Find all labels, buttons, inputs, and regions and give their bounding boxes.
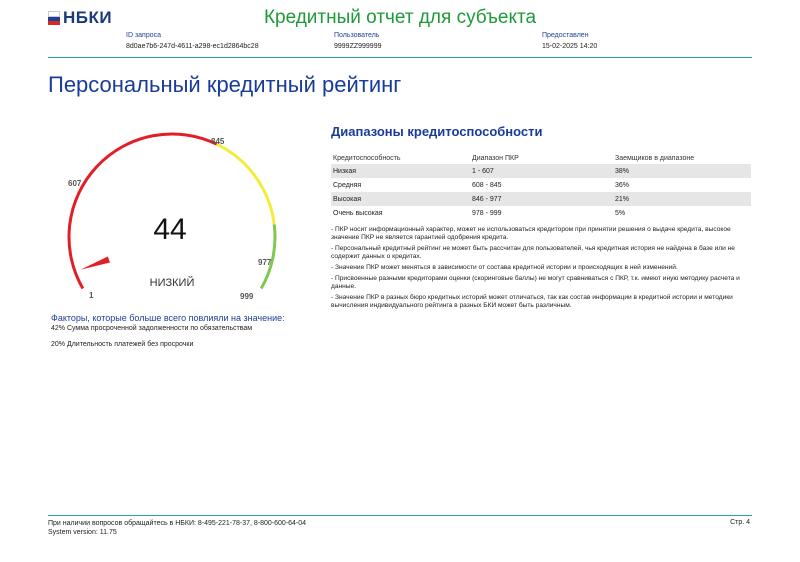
column-header: Кредитоспособность <box>333 154 401 162</box>
table-cell: Очень высокая <box>333 209 383 217</box>
request-id-label: ID запроса <box>126 32 162 39</box>
table-row: Низкая 1 - 607 38% <box>331 164 751 178</box>
ranges-table: Кредитоспособность Диапазон ПКР Заемщико… <box>331 152 751 220</box>
factor-item: 20% Длительность платежей без просрочки <box>51 341 194 348</box>
page-number: Стр. 4 <box>730 519 750 526</box>
gauge-arc-high <box>259 224 277 290</box>
notes-block: - ПКР носит информационный характер, мож… <box>331 226 751 313</box>
gauge-tick-977: 977 <box>258 258 272 267</box>
table-row: Очень высокая 978 - 999 5% <box>331 206 751 220</box>
document-title: Кредитный отчет для субъекта <box>263 7 537 28</box>
factor-item: 42% Сумма просроченной задолженности по … <box>51 325 253 332</box>
provided-label: Предоставлен <box>542 32 589 39</box>
table-cell: 5% <box>615 209 626 217</box>
gauge-tick-607: 607 <box>68 179 82 188</box>
user-field: Пользователь 9999ZZ999999 <box>334 32 381 50</box>
table-cell: 21% <box>613 192 751 206</box>
footer: При наличии вопросов обращайтесь в НБКИ:… <box>48 519 306 537</box>
column-header: Диапазон ПКР <box>472 154 519 162</box>
note-item: - ПКР носит информационный характер, мож… <box>331 226 731 241</box>
request-id-value: 8d0ae7b6-247d-4611-a298-ec1d2864bc28 <box>126 43 259 50</box>
system-version: System version: 11.75 <box>48 529 117 536</box>
ranges-title: Диапазоны кредитоспособности <box>331 124 543 139</box>
gauge-tick-999: 999 <box>240 292 254 301</box>
note-item: - Значение ПКР может меняться в зависимо… <box>331 264 678 271</box>
factors-title: Факторы, которые больше всего повлияли н… <box>51 313 285 323</box>
footer-contacts: При наличии вопросов обращайтесь в НБКИ:… <box>48 520 307 527</box>
note-item: - Присвоенные разными кредиторами оценки… <box>331 275 740 290</box>
table-header-row: Кредитоспособность Диапазон ПКР Заемщико… <box>331 152 751 164</box>
table-cell: 978 - 999 <box>472 209 502 217</box>
gauge-tick-1: 1 <box>89 291 94 300</box>
table-cell: 1 - 607 <box>470 164 613 178</box>
user-label: Пользователь <box>334 32 380 39</box>
table-cell: Средняя <box>333 181 362 189</box>
gauge-needle <box>80 256 110 270</box>
table-row: Высокая 846 - 977 21% <box>331 192 751 206</box>
request-id-field: ID запроса 8d0ae7b6-247d-4611-a298-ec1d2… <box>126 32 259 50</box>
note-item: - Значение ПКР в разных бюро кредитных и… <box>331 294 733 309</box>
gauge-tick-845: 845 <box>211 137 225 146</box>
table-cell: 36% <box>615 181 630 189</box>
header-divider <box>48 57 752 58</box>
footer-divider <box>48 515 752 516</box>
table-cell: Высокая <box>331 192 470 206</box>
page-title: Персональный кредитный рейтинг <box>48 72 402 97</box>
user-value: 9999ZZ999999 <box>334 43 382 50</box>
score-gauge: 1 607 845 977 999 44 НИЗКИЙ <box>67 132 277 301</box>
table-cell: 846 - 977 <box>470 192 613 206</box>
table-cell: Низкая <box>331 164 470 178</box>
provided-field: Предоставлен 15-02-2025 14:20 <box>542 32 597 50</box>
score-category: НИЗКИЙ <box>150 276 195 289</box>
column-header: Заемщиков в диапазоне <box>615 154 695 162</box>
gauge-arc-medium <box>216 142 276 225</box>
note-item: - Персональный кредитный рейтинг не може… <box>331 245 735 260</box>
score-value: 44 <box>153 213 186 246</box>
provided-value: 15-02-2025 14:20 <box>542 43 598 50</box>
table-cell: 608 - 845 <box>472 181 502 189</box>
table-cell: 38% <box>613 164 751 178</box>
table-row: Средняя 608 - 845 36% <box>331 178 751 192</box>
